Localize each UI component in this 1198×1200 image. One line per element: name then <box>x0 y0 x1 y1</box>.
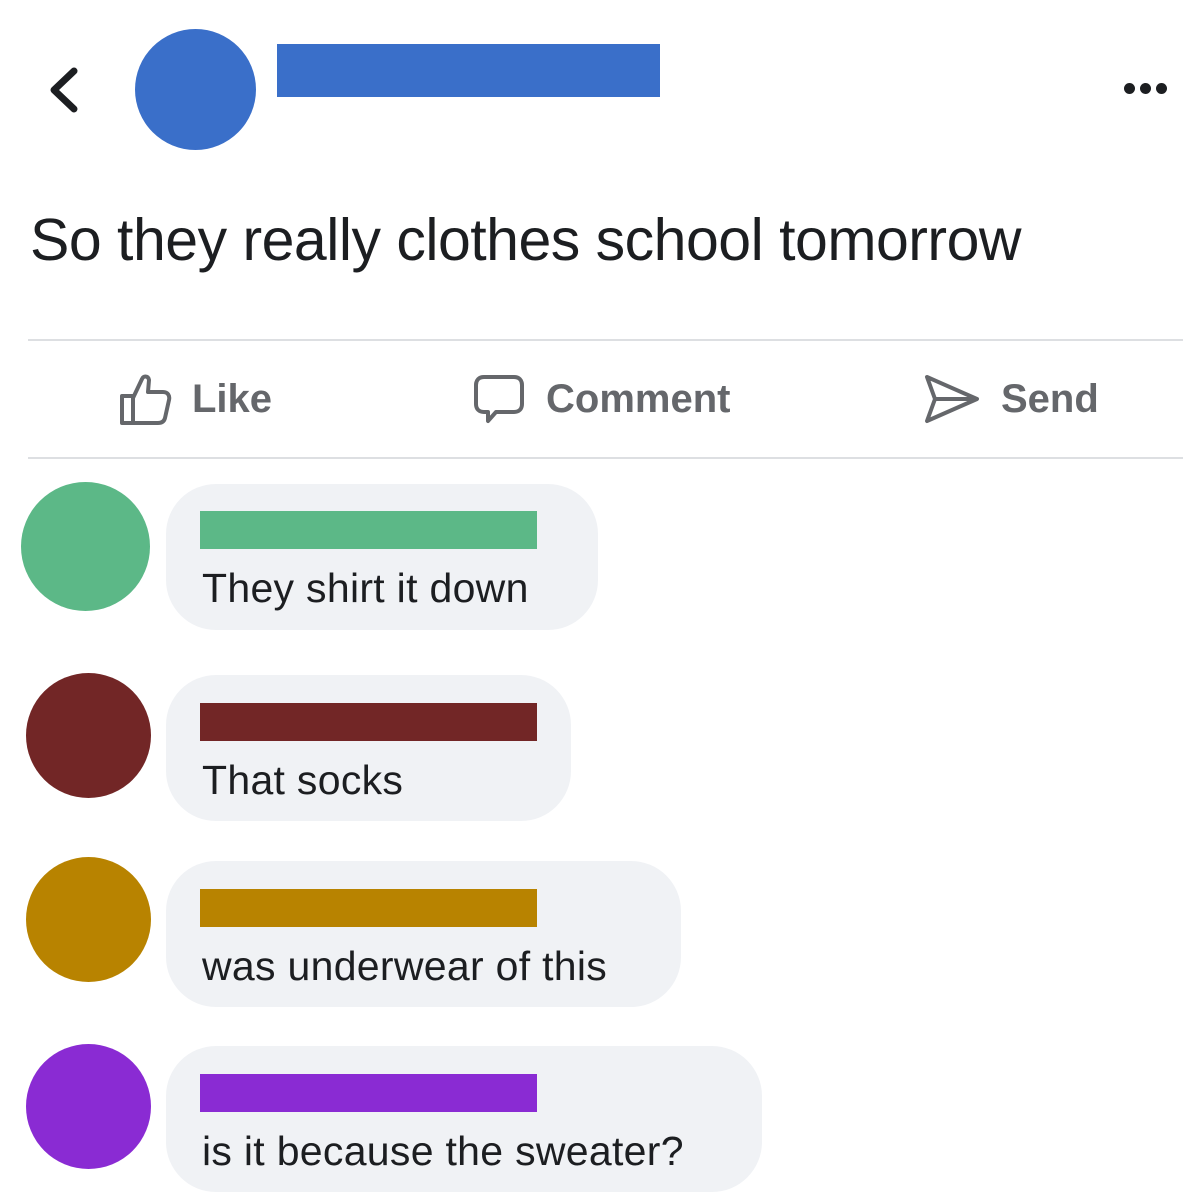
commenter-avatar[interactable] <box>26 673 151 798</box>
comment-item: They shirt it down <box>0 480 1198 632</box>
commenter-name-redacted[interactable] <box>200 511 537 549</box>
comment-bubble[interactable]: That socks <box>166 675 571 821</box>
comment-text: That socks <box>202 757 404 803</box>
post-text: So they really clothes school tomorrow <box>30 207 1022 273</box>
comment-button[interactable]: Comment <box>472 341 730 457</box>
commenter-name-redacted[interactable] <box>200 1074 537 1112</box>
post-action-bar: Like Comment Send <box>28 341 1183 457</box>
more-options-button[interactable] <box>1110 70 1180 106</box>
comment-bubble[interactable]: They shirt it down <box>166 484 598 630</box>
paper-plane-icon <box>925 375 979 423</box>
chevron-left-icon <box>50 67 78 113</box>
comment-item: was underwear of this <box>0 856 1198 1008</box>
commenter-name-redacted[interactable] <box>200 889 537 927</box>
poster-name-redacted[interactable] <box>277 44 660 97</box>
commenter-avatar[interactable] <box>21 482 150 611</box>
like-button[interactable]: Like <box>118 341 272 457</box>
comment-item: is it because the sweater? <box>0 1042 1198 1194</box>
send-label: Send <box>1001 376 1099 421</box>
more-dot <box>1155 82 1167 94</box>
speech-bubble-icon <box>474 375 524 423</box>
more-horizontal-icon <box>1123 82 1135 94</box>
comment-text: was underwear of this <box>202 943 608 989</box>
comment-label: Comment <box>546 376 731 421</box>
commenter-avatar[interactable] <box>26 857 151 982</box>
thumbs-up-icon <box>120 374 172 425</box>
poster-avatar[interactable] <box>135 29 256 150</box>
send-button[interactable]: Send <box>921 341 1099 457</box>
comment-text: is it because the sweater? <box>202 1128 684 1174</box>
commenter-avatar[interactable] <box>26 1044 151 1169</box>
divider <box>28 457 1183 459</box>
comment-item: That socks <box>0 672 1198 824</box>
comment-text: They shirt it down <box>202 565 529 611</box>
comment-bubble[interactable]: is it because the sweater? <box>166 1046 762 1192</box>
like-label: Like <box>192 376 273 421</box>
comment-bubble[interactable]: was underwear of this <box>166 861 681 1007</box>
commenter-name-redacted[interactable] <box>200 703 537 741</box>
back-button[interactable] <box>38 62 88 118</box>
more-dot <box>1139 82 1151 94</box>
